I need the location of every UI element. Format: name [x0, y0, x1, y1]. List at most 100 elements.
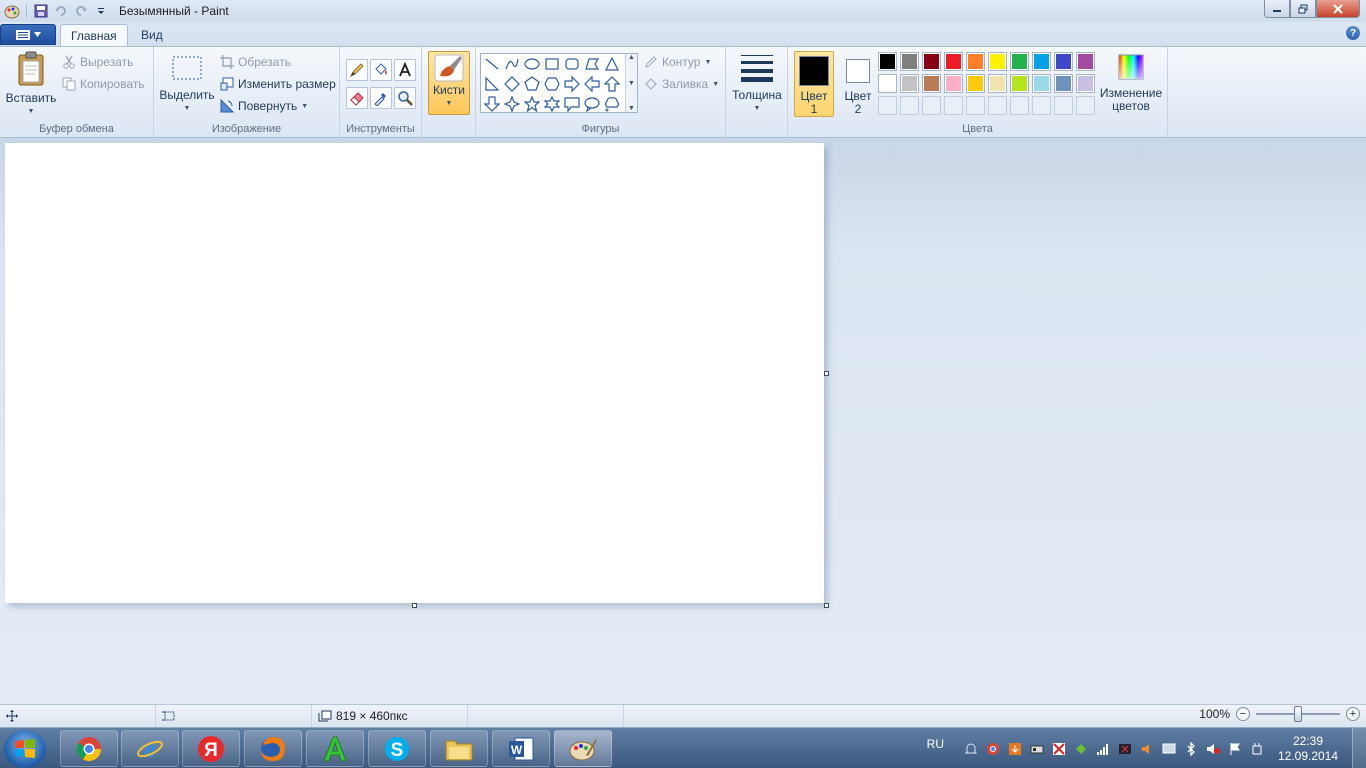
clock[interactable]: 22:39 12.09.2014 [1268, 734, 1348, 764]
media-tray-icon[interactable] [1117, 741, 1133, 757]
custom-color-slot[interactable] [966, 96, 985, 115]
start-button[interactable] [4, 730, 46, 768]
palette-swatch[interactable] [944, 74, 963, 93]
curve-shape[interactable] [502, 54, 522, 74]
select-button[interactable]: Выделить ▼ [158, 55, 216, 115]
palette-swatch[interactable] [1054, 74, 1073, 93]
qat-customize-icon[interactable] [91, 1, 111, 21]
custom-color-slot[interactable] [900, 96, 919, 115]
palette-swatch[interactable] [1076, 74, 1095, 93]
resize-handle-right[interactable] [824, 371, 829, 376]
crop-button[interactable]: Обрезать [220, 55, 291, 69]
chrome-tray-icon[interactable] [985, 741, 1001, 757]
drawing-canvas[interactable] [5, 143, 824, 603]
paint-menu-button[interactable] [0, 24, 56, 45]
device-tray-icon[interactable] [1029, 741, 1045, 757]
left-arrow-shape[interactable] [582, 74, 602, 94]
gallery-expand-icon[interactable]: ▼ [628, 105, 635, 112]
rounded-rectangle-shape[interactable] [562, 54, 582, 74]
diamond-shape[interactable] [502, 74, 522, 94]
four-point-star-shape[interactable] [502, 94, 522, 114]
copy-button[interactable]: Копировать [62, 77, 145, 91]
palette-swatch[interactable] [900, 52, 919, 71]
antivirus-tray-icon[interactable] [1051, 741, 1067, 757]
custom-color-slot[interactable] [1010, 96, 1029, 115]
palette-swatch[interactable] [1054, 52, 1073, 71]
resize-button[interactable]: Изменить размер [220, 77, 336, 91]
tab-home[interactable]: Главная [60, 24, 128, 46]
size-button[interactable]: Толщина ▼ [730, 53, 784, 115]
taskbar-yandex[interactable]: Я [182, 730, 240, 767]
taskbar-chrome[interactable] [60, 730, 118, 767]
bluetooth-icon[interactable] [1183, 741, 1199, 757]
palette-swatch[interactable] [1010, 52, 1029, 71]
brushes-button[interactable]: Кисти ▼ [428, 51, 470, 115]
palette-swatch[interactable] [1032, 74, 1051, 93]
cut-button[interactable]: Вырезать [62, 55, 133, 69]
security-tray-icon[interactable] [1073, 741, 1089, 757]
pentagon-shape[interactable] [522, 74, 542, 94]
text-tool[interactable] [394, 59, 416, 81]
network-tray-icon[interactable] [1095, 741, 1111, 757]
notification-bell-icon[interactable] [963, 741, 979, 757]
palette-swatch[interactable] [878, 74, 897, 93]
palette-swatch[interactable] [966, 74, 985, 93]
palette-swatch[interactable] [1010, 74, 1029, 93]
redo-icon[interactable] [71, 1, 91, 21]
color-picker-tool[interactable] [370, 87, 392, 109]
palette-swatch[interactable] [922, 74, 941, 93]
paste-dropdown-icon[interactable]: ▼ [28, 105, 35, 118]
palette-swatch[interactable] [988, 74, 1007, 93]
color1-button[interactable]: Цвет 1 [794, 51, 834, 117]
magnifier-tool[interactable] [394, 87, 416, 109]
custom-color-slot[interactable] [944, 96, 963, 115]
polygon-shape[interactable] [582, 54, 602, 74]
paste-button[interactable]: Вставить ▼ [6, 51, 56, 118]
down-arrow-shape[interactable] [482, 94, 502, 114]
tab-view[interactable]: Вид [131, 24, 173, 46]
show-desktop-button[interactable] [1352, 728, 1366, 768]
shapes-gallery-scroll[interactable]: ▲ ▼ ▼ [625, 54, 637, 112]
resize-handle-corner[interactable] [824, 603, 829, 608]
rect-callout-shape[interactable] [562, 94, 582, 114]
help-icon[interactable]: ? [1346, 26, 1360, 40]
custom-color-slot[interactable] [1032, 96, 1051, 115]
custom-color-slot[interactable] [1054, 96, 1073, 115]
power-plug-icon[interactable] [1249, 741, 1265, 757]
rectangle-shape[interactable] [542, 54, 562, 74]
zoom-in-button[interactable]: + [1346, 707, 1360, 721]
six-point-star-shape[interactable] [542, 94, 562, 114]
right-triangle-shape[interactable] [482, 74, 502, 94]
close-button[interactable] [1316, 0, 1360, 18]
select-dropdown-icon[interactable]: ▼ [184, 102, 191, 115]
taskbar-a-app[interactable] [306, 730, 364, 767]
paint-app-icon[interactable] [2, 1, 22, 21]
zoom-slider[interactable] [1256, 706, 1340, 722]
right-arrow-shape[interactable] [562, 74, 582, 94]
language-indicator[interactable]: RU [927, 737, 944, 751]
palette-swatch[interactable] [966, 52, 985, 71]
undo-icon[interactable] [51, 1, 71, 21]
palette-swatch[interactable] [922, 52, 941, 71]
custom-color-slot[interactable] [1076, 96, 1095, 115]
color2-button[interactable]: Цвет 2 [838, 51, 878, 117]
five-point-star-shape[interactable] [522, 94, 542, 114]
minimize-button[interactable] [1264, 0, 1290, 18]
scroll-down-icon[interactable]: ▼ [628, 80, 635, 87]
taskbar-ie[interactable]: e [121, 730, 179, 767]
oval-callout-shape[interactable] [582, 94, 602, 114]
taskbar-firefox[interactable] [244, 730, 302, 767]
custom-color-slot[interactable] [988, 96, 1007, 115]
fill-tool[interactable] [370, 59, 392, 81]
triangle-shape[interactable] [602, 54, 622, 74]
line-shape[interactable] [482, 54, 502, 74]
custom-color-slot[interactable] [922, 96, 941, 115]
palette-swatch[interactable] [1032, 52, 1051, 71]
rotate-dropdown-icon[interactable]: ▼ [301, 103, 308, 110]
hexagon-shape[interactable] [542, 74, 562, 94]
up-arrow-shape[interactable] [602, 74, 622, 94]
palette-swatch[interactable] [988, 52, 1007, 71]
eraser-tool[interactable] [346, 87, 368, 109]
palette-swatch[interactable] [878, 52, 897, 71]
rotate-button[interactable]: Повернуть ▼ [220, 99, 308, 113]
